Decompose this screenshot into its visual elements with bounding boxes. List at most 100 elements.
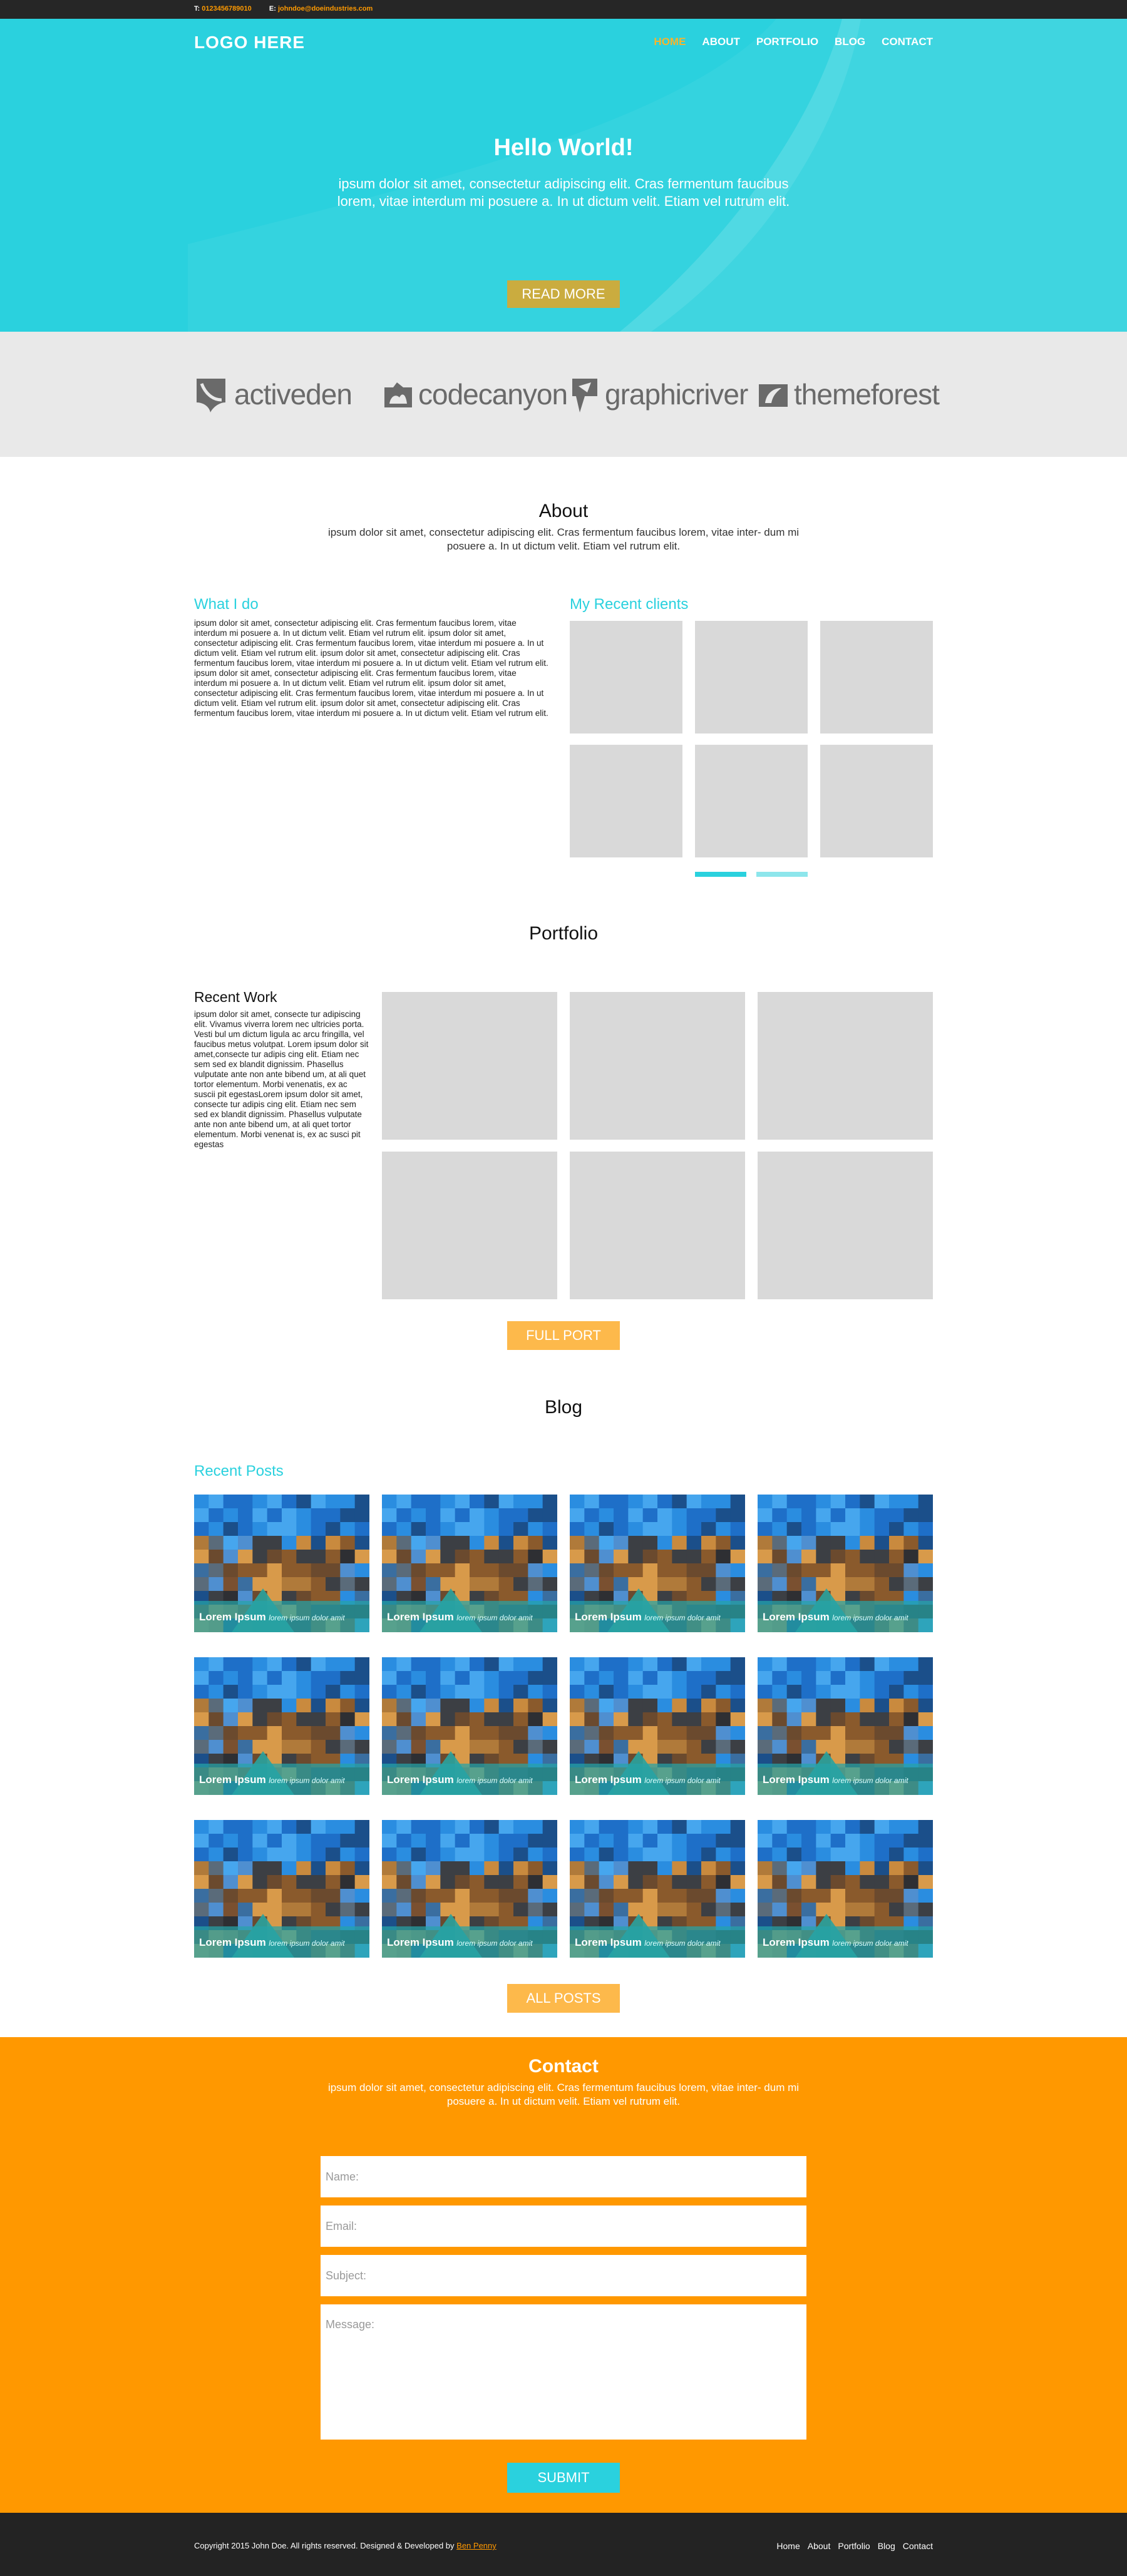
portfolio-item-placeholder[interactable] (382, 1152, 557, 1299)
recent-posts-heading: Recent Posts (194, 1463, 284, 1480)
post-title: Lorem Ipsum (199, 1936, 266, 1948)
email-field[interactable] (321, 2205, 806, 2247)
blog-post-card[interactable]: Lorem Ipsum lorem ipsum dolor amit (194, 1820, 369, 1958)
post-subtitle: lorem ipsum dolor amit (456, 1776, 533, 1785)
client-logo-placeholder[interactable] (570, 745, 682, 857)
full-portfolio-button[interactable]: FULL PORT (507, 1321, 620, 1350)
post-subtitle: lorem ipsum dolor amit (644, 1776, 721, 1785)
client-logo-placeholder[interactable] (695, 745, 808, 857)
post-caption: Lorem Ipsum lorem ipsum dolor amit (570, 1764, 745, 1795)
carousel-dot[interactable] (756, 872, 808, 877)
portfolio-item-placeholder[interactable] (758, 992, 933, 1140)
contact-info: T: 0123456789010 E: johndoe@doeindustrie… (194, 5, 373, 13)
blog-post-card[interactable]: Lorem Ipsum lorem ipsum dolor amit (382, 1820, 557, 1958)
blog-post-card[interactable]: Lorem Ipsum lorem ipsum dolor amit (570, 1657, 745, 1795)
portfolio-item-placeholder[interactable] (570, 992, 745, 1140)
read-more-button[interactable]: READ MORE (507, 280, 620, 308)
phone-number: 0123456789010 (202, 5, 252, 13)
post-title: Lorem Ipsum (763, 1611, 830, 1623)
post-title: Lorem Ipsum (763, 1774, 830, 1786)
blog-post-card[interactable]: Lorem Ipsum lorem ipsum dolor amit (382, 1495, 557, 1632)
copyright: Copyright 2015 John Doe. All rights rese… (194, 2541, 497, 2550)
blog-post-card[interactable]: Lorem Ipsum lorem ipsum dolor amit (382, 1657, 557, 1795)
post-caption: Lorem Ipsum lorem ipsum dolor amit (758, 1926, 933, 1958)
post-subtitle: lorem ipsum dolor amit (456, 1939, 533, 1948)
post-caption: Lorem Ipsum lorem ipsum dolor amit (758, 1601, 933, 1632)
codecanyon-logo-icon (384, 382, 412, 407)
footer-nav-home[interactable]: Home (776, 2541, 800, 2551)
footer-nav-blog[interactable]: Blog (878, 2541, 895, 2551)
post-title: Lorem Ipsum (199, 1774, 266, 1786)
portfolio-item-placeholder[interactable] (570, 1152, 745, 1299)
post-caption: Lorem Ipsum lorem ipsum dolor amit (570, 1926, 745, 1958)
all-posts-button[interactable]: ALL POSTS (507, 1984, 620, 2013)
recent-clients-heading: My Recent clients (570, 596, 689, 613)
footer-nav-about[interactable]: About (808, 2541, 831, 2551)
post-title: Lorem Ipsum (199, 1611, 266, 1623)
what-i-do-heading: What I do (194, 596, 259, 613)
name-field[interactable] (321, 2156, 806, 2197)
brands-strip: activeden codecanyon graphicriver themef… (0, 332, 1127, 457)
portfolio-item-placeholder[interactable] (382, 992, 557, 1140)
client-logo-placeholder[interactable] (570, 621, 682, 733)
logo[interactable]: LOGO HERE (194, 33, 305, 53)
hero-text: ipsum dolor sit amet, consectetur adipis… (337, 176, 790, 209)
blog-post-card[interactable]: Lorem Ipsum lorem ipsum dolor amit (758, 1495, 933, 1632)
post-subtitle: lorem ipsum dolor amit (832, 1613, 908, 1622)
client-logo-placeholder[interactable] (820, 745, 933, 857)
brand-codecanyon[interactable]: codecanyon (382, 372, 568, 416)
nav-portfolio[interactable]: PORTFOLIO (756, 36, 818, 48)
blog-post-card[interactable]: Lorem Ipsum lorem ipsum dolor amit (570, 1495, 745, 1632)
subject-field[interactable] (321, 2255, 806, 2296)
carousel-dot-active[interactable] (695, 872, 746, 877)
footer-nav-contact[interactable]: Contact (903, 2541, 933, 2551)
brand-themeforest[interactable]: themeforest (756, 372, 940, 416)
post-caption: Lorem Ipsum lorem ipsum dolor amit (194, 1601, 369, 1632)
contact-title: Contact (528, 2056, 599, 2077)
phone-label: T: (194, 5, 200, 13)
post-title: Lorem Ipsum (387, 1936, 454, 1948)
brand-activeden[interactable]: activeden (194, 372, 353, 416)
message-field[interactable] (321, 2304, 806, 2440)
copyright-text: Copyright 2015 John Doe. All rights rese… (194, 2541, 455, 2550)
post-title: Lorem Ipsum (763, 1936, 830, 1948)
post-title: Lorem Ipsum (387, 1611, 454, 1623)
post-subtitle: lorem ipsum dolor amit (269, 1776, 345, 1785)
footer: Copyright 2015 John Doe. All rights rese… (0, 2513, 1127, 2576)
about-title: About (538, 501, 589, 521)
post-caption: Lorem Ipsum lorem ipsum dolor amit (570, 1601, 745, 1632)
blog-post-card[interactable]: Lorem Ipsum lorem ipsum dolor amit (194, 1495, 369, 1632)
blog-post-card[interactable]: Lorem Ipsum lorem ipsum dolor amit (758, 1820, 933, 1958)
top-info-bar: T: 0123456789010 E: johndoe@doeindustrie… (0, 0, 1127, 19)
nav-blog[interactable]: BLOG (835, 36, 865, 48)
post-subtitle: lorem ipsum dolor amit (644, 1939, 721, 1948)
post-title: Lorem Ipsum (575, 1611, 642, 1623)
post-caption: Lorem Ipsum lorem ipsum dolor amit (382, 1926, 557, 1958)
portfolio-item-placeholder[interactable] (758, 1152, 933, 1299)
recent-work-text: ipsum dolor sit amet, consecte tur adipi… (194, 1009, 369, 1149)
nav-contact[interactable]: CONTACT (882, 36, 933, 48)
post-caption: Lorem Ipsum lorem ipsum dolor amit (194, 1764, 369, 1795)
brand-graphicriver-label: graphicriver (605, 378, 748, 411)
email-address[interactable]: johndoe@doeindustries.com (278, 5, 373, 13)
footer-nav-portfolio[interactable]: Portfolio (838, 2541, 870, 2551)
post-subtitle: lorem ipsum dolor amit (832, 1776, 908, 1785)
hero-banner: LOGO HERE HOME ABOUT PORTFOLIO BLOG CONT… (0, 19, 1127, 332)
hero-title: Hello World! (493, 135, 634, 161)
brand-codecanyon-label: codecanyon (418, 378, 568, 411)
post-subtitle: lorem ipsum dolor amit (832, 1939, 908, 1948)
blog-post-card[interactable]: Lorem Ipsum lorem ipsum dolor amit (758, 1657, 933, 1795)
blog-post-card[interactable]: Lorem Ipsum lorem ipsum dolor amit (570, 1820, 745, 1958)
nav-home[interactable]: HOME (654, 36, 686, 48)
themeforest-logo-icon (759, 384, 788, 407)
client-logo-placeholder[interactable] (695, 621, 808, 733)
submit-button[interactable]: SUBMIT (507, 2463, 620, 2493)
nav-about[interactable]: ABOUT (702, 36, 739, 48)
client-logo-placeholder[interactable] (820, 621, 933, 733)
brand-graphicriver[interactable]: graphicriver (569, 372, 748, 416)
brand-activeden-label: activeden (234, 378, 353, 411)
author-link[interactable]: Ben Penny (456, 2541, 497, 2550)
post-title: Lorem Ipsum (575, 1936, 642, 1948)
blog-post-card[interactable]: Lorem Ipsum lorem ipsum dolor amit (194, 1657, 369, 1795)
blog-title: Blog (544, 1397, 583, 1418)
